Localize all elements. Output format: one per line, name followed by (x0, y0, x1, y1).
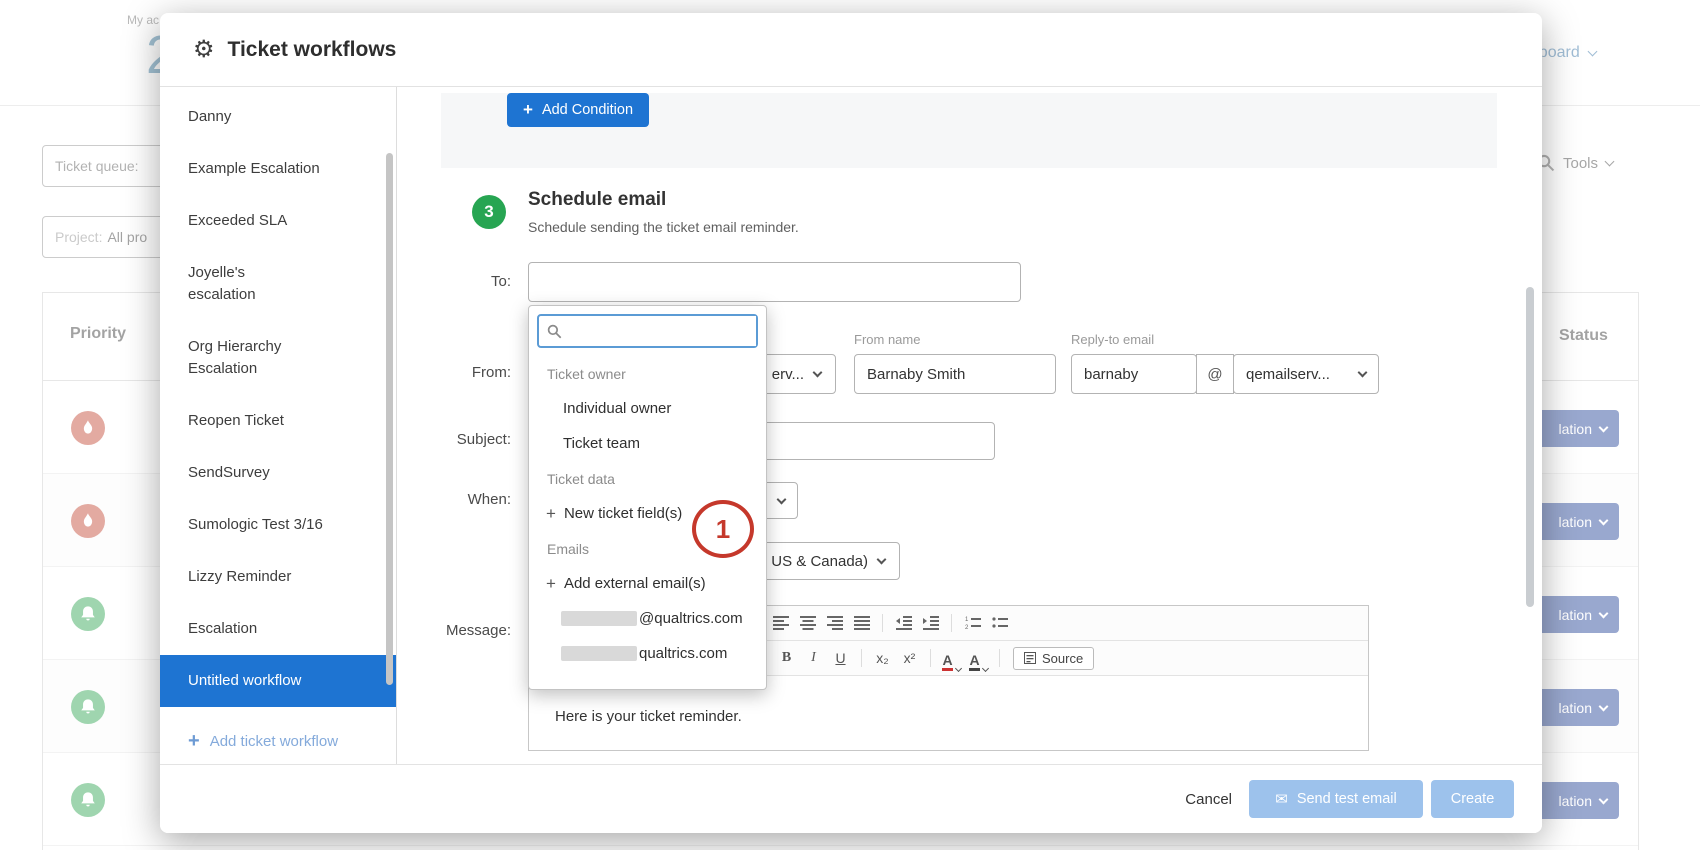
redacted-text-block (561, 611, 637, 626)
sidebar-item-sendsurvey[interactable]: SendSurvey (160, 447, 396, 499)
sidebar-item-sumologic-test[interactable]: Sumologic Test 3/16 (160, 499, 396, 551)
annotation-circle-1: 1 (692, 500, 754, 558)
subject-label: Subject: (397, 431, 511, 448)
sidebar-item-joyelles-escalation[interactable]: Joyelle's escalation (160, 247, 396, 321)
sidebar-item-lizzy-reminder[interactable]: Lizzy Reminder (160, 551, 396, 603)
step-number-badge: 3 (472, 195, 506, 229)
outdent-button[interactable] (890, 610, 917, 636)
align-right-button[interactable] (821, 610, 848, 636)
sidebar-item-danny[interactable]: Danny (160, 91, 396, 143)
toolbar-separator (861, 649, 862, 667)
chevron-down-icon (877, 555, 887, 565)
subscript-button[interactable]: x₂ (869, 645, 896, 671)
workflow-editor-content: + Add Condition 3 Schedule email Schedul… (397, 87, 1542, 764)
source-code-icon (1024, 652, 1036, 664)
to-recipient-dropdown: Ticket owner Individual owner Ticket tea… (528, 305, 767, 690)
envelope-icon: ✉ (1275, 792, 1288, 807)
content-scrollbar[interactable] (1526, 287, 1534, 607)
chevron-down-icon (982, 665, 989, 672)
reply-to-email-label: Reply-to email (1071, 332, 1154, 347)
text-color-button[interactable]: A (938, 645, 965, 671)
background-color-button[interactable]: A (965, 645, 992, 671)
reply-to-input[interactable] (1071, 354, 1197, 394)
modal-header: ⚙ Ticket workflows (160, 13, 1542, 87)
redacted-text-block (561, 646, 637, 661)
bullet-list-button[interactable] (986, 610, 1013, 636)
plus-icon: + (523, 100, 533, 120)
plus-icon: + (546, 574, 556, 594)
dropdown-search-box[interactable] (537, 314, 758, 348)
from-name-input[interactable] (854, 354, 1056, 394)
sidebar-item-escalation[interactable]: Escalation (160, 603, 396, 655)
svg-text:2: 2 (965, 625, 969, 630)
superscript-button[interactable]: x² (896, 645, 923, 671)
toolbar-separator (951, 614, 952, 632)
to-input[interactable] (528, 262, 1021, 302)
plus-icon: + (546, 504, 556, 524)
reply-domain-select[interactable]: qemailserv... (1233, 354, 1379, 394)
toolbar-separator (930, 649, 931, 667)
indent-button[interactable] (917, 610, 944, 636)
workflow-list: Danny Example Escalation Exceeded SLA Jo… (160, 87, 396, 707)
dropdown-option-ticket-team[interactable]: Ticket team (529, 426, 766, 461)
search-icon (547, 324, 562, 339)
sidebar-item-exceeded-sla[interactable]: Exceeded SLA (160, 195, 396, 247)
bold-button[interactable]: B (773, 645, 800, 671)
dropdown-group-ticket-data: Ticket data (529, 461, 766, 496)
modal-title: Ticket workflows (228, 38, 397, 62)
gear-icon: ⚙ (193, 38, 215, 62)
align-center-button[interactable] (794, 610, 821, 636)
send-test-email-button[interactable]: ✉ Send test email (1249, 780, 1423, 818)
dropdown-option-email-2[interactable]: qualtrics.com (529, 636, 766, 671)
step-subtitle: Schedule sending the ticket email remind… (528, 219, 799, 235)
chevron-down-icon (955, 665, 962, 672)
underline-button[interactable]: U (827, 645, 854, 671)
dropdown-option-email-1[interactable]: @qualtrics.com (529, 601, 766, 636)
create-button[interactable]: Create (1431, 780, 1514, 818)
add-ticket-workflow-button[interactable]: + Add ticket workflow (160, 717, 396, 764)
sidebar-item-org-hierarchy-escalation[interactable]: Org Hierarchy Escalation (160, 321, 396, 395)
ticket-workflows-modal: ⚙ Ticket workflows Danny Example Escalat… (160, 13, 1542, 833)
italic-button[interactable]: I (800, 645, 827, 671)
chevron-down-icon (777, 494, 787, 504)
svg-text:1: 1 (965, 617, 969, 623)
dropdown-option-add-external-email[interactable]: + Add external email(s) (529, 566, 766, 601)
workflow-sidebar: Danny Example Escalation Exceeded SLA Jo… (160, 87, 397, 764)
sidebar-item-reopen-ticket[interactable]: Reopen Ticket (160, 395, 396, 447)
dropdown-option-individual-owner[interactable]: Individual owner (529, 391, 766, 426)
modal-body: Danny Example Escalation Exceeded SLA Jo… (160, 87, 1542, 764)
chevron-down-icon (1358, 368, 1368, 378)
chevron-down-icon (813, 368, 823, 378)
at-separator: @ (1196, 354, 1234, 394)
dropdown-group-ticket-owner: Ticket owner (529, 356, 766, 391)
toolbar-separator (999, 649, 1000, 667)
from-label: From: (397, 364, 511, 381)
align-left-button[interactable] (767, 610, 794, 636)
when-label: When: (397, 491, 511, 508)
sidebar-scrollbar[interactable] (386, 153, 393, 685)
toolbar-separator (882, 614, 883, 632)
step-title: Schedule email (528, 189, 666, 211)
message-label: Message: (397, 622, 511, 639)
dropdown-search-input[interactable] (569, 316, 756, 346)
plus-icon: + (188, 731, 200, 751)
from-name-label: From name (854, 332, 920, 347)
sidebar-item-example-escalation[interactable]: Example Escalation (160, 143, 396, 195)
modal-footer: Cancel ✉ Send test email Create (160, 764, 1542, 833)
to-label: To: (397, 273, 511, 290)
screen: My ac 2 ashboard Ticket queue: Project: … (0, 0, 1700, 850)
justify-button[interactable] (848, 610, 875, 636)
source-button[interactable]: Source (1013, 647, 1094, 670)
sidebar-item-untitled-workflow[interactable]: Untitled workflow (160, 655, 396, 707)
cancel-button[interactable]: Cancel (1185, 791, 1232, 808)
add-condition-button[interactable]: + Add Condition (507, 93, 649, 127)
numbered-list-button[interactable]: 12 (959, 610, 986, 636)
